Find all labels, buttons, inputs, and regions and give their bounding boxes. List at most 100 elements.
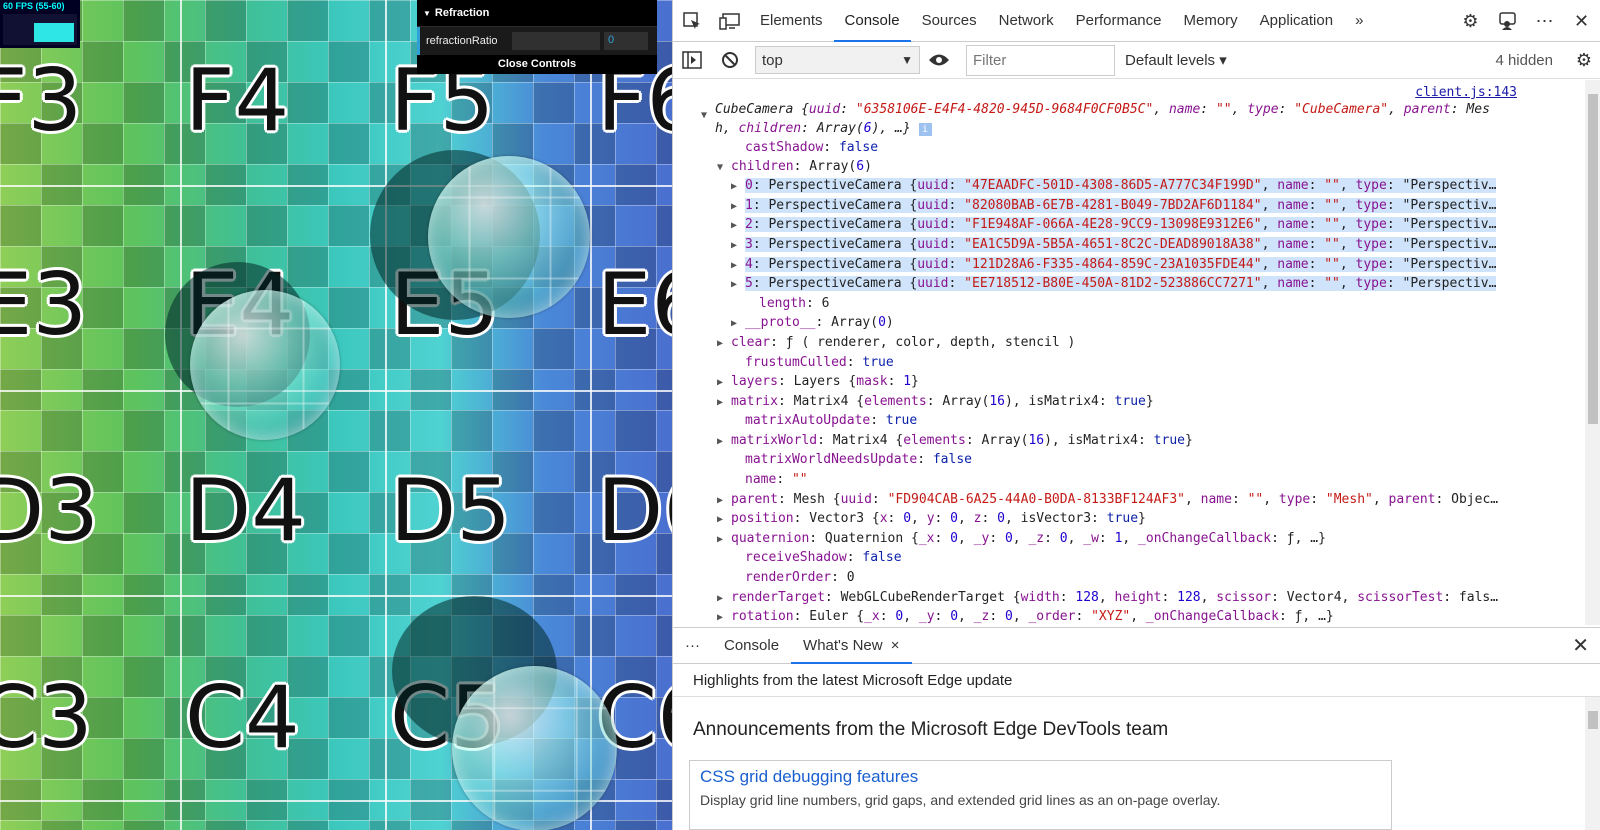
console-property-text: castShadow: false [745,140,879,155]
drawer-tab-label: What's New [803,636,883,654]
console-property-row[interactable]: ▶ 2: PerspectiveCamera {uuid: "F1E948AF-0… [731,215,1583,234]
drawer-more-menu[interactable]: ··· [673,628,712,664]
close-tab-icon[interactable]: × [891,637,900,654]
console-output[interactable]: client.js:143 ▼ CubeCamera {uuid: "635810… [673,80,1600,625]
console-property-row[interactable]: ▶ __proto__: Array(0) [731,313,1583,332]
devtools-panel: Elements Console Sources Network Perform… [672,0,1600,830]
tab-application[interactable]: Application [1249,0,1344,42]
console-property-row: name: "" [731,470,1583,489]
caret-right-icon[interactable]: ▶ [717,491,731,509]
console-property-row[interactable]: ▶ 4: PerspectiveCamera {uuid: "121D28A6-F… [731,255,1583,274]
caret-right-icon[interactable]: ▶ [717,432,731,450]
close-devtools-icon[interactable]: ✕ [1563,0,1600,42]
console-property-text: name: "" [745,472,808,487]
console-property-row: renderOrder: 0 [731,568,1583,587]
console-scroll-thumb[interactable] [1588,94,1598,424]
refraction-ratio-input[interactable]: 0 [604,32,648,50]
caret-right-icon[interactable]: ▶ [731,177,745,195]
gui-param-label: refractionRatio [426,35,498,47]
refraction-ratio-slider[interactable] [512,32,600,50]
caret-right-icon[interactable]: ▶ [717,510,731,528]
sidebar-toggle-icon[interactable] [673,39,711,81]
console-property-row[interactable]: ▶ 0: PerspectiveCamera {uuid: "47EAADFC-5… [731,176,1583,195]
gear-icon[interactable]: ⚙ [1452,0,1489,42]
console-scrollbar[interactable] [1585,80,1600,625]
log-levels-dropdown[interactable]: Default levels ▾ [1125,51,1227,69]
console-property-row[interactable]: ▶ rotation: Euler {_x: 0, _y: 0, _z: 0, _… [717,607,1569,625]
live-expression-eye-icon[interactable] [920,39,958,81]
console-property-row: receiveShadow: false [731,548,1583,567]
more-tabs-button[interactable]: » [1344,0,1374,42]
kebab-menu-icon[interactable]: ⋯ [1526,0,1563,42]
console-property-row[interactable]: ▶ 1: PerspectiveCamera {uuid: "82080BAB-6… [731,196,1583,215]
console-property-text: matrix: Matrix4 {elements: Array(16), is… [731,394,1154,409]
caret-right-icon[interactable]: ▶ [717,608,731,625]
devtools-tabbar: Elements Console Sources Network Perform… [673,0,1600,42]
caret-down-icon[interactable]: ▼ [717,158,731,176]
tab-memory[interactable]: Memory [1173,0,1249,42]
caret-right-icon[interactable]: ▶ [717,530,731,548]
drawer-tabbar: ··· Console What's New × ✕ [673,627,1600,664]
cell-label: E3 [0,255,88,355]
console-property-row[interactable]: ▶ quaternion: Quaternion {_x: 0, _y: 0, _… [717,529,1569,548]
device-emulation-icon[interactable] [711,0,749,42]
console-property-row[interactable]: ▶ matrix: Matrix4 {elements: Array(16), i… [717,392,1569,411]
console-property-text: renderTarget: WebGLCubeRenderTarget {wid… [731,590,1499,605]
console-property-row: matrixWorldNeedsUpdate: false [731,450,1583,469]
console-property-row[interactable]: ▶ 3: PerspectiveCamera {uuid: "EA1C5D9A-5… [731,235,1583,254]
console-property-row[interactable]: ▶ matrixWorld: Matrix4 {elements: Array(1… [717,431,1569,450]
tab-network[interactable]: Network [988,0,1065,42]
source-link[interactable]: client.js:143 [1415,85,1517,100]
console-property-row[interactable]: ▶ parent: Mesh {uuid: "FD904CAB-6A25-44A0… [717,490,1569,509]
drawer-tab-whats-new[interactable]: What's New × [791,628,912,664]
caret-right-icon[interactable]: ▶ [731,275,745,293]
console-filter-input[interactable]: Filter [966,44,1115,76]
dropdown-arrow-icon: ▼ [901,53,913,67]
console-property-row[interactable]: ▼ children: Array(6) [717,157,1569,176]
caret-right-icon[interactable]: ▶ [731,197,745,215]
caret-right-icon[interactable]: ▶ [717,393,731,411]
console-property-text: children: Array(6) [731,159,872,174]
console-settings-gear-icon[interactable]: ⚙ [1576,50,1592,71]
console-object-header[interactable]: ▼ CubeCamera {uuid: "6358106E-E4F4-4820-9… [701,100,1553,119]
context-select[interactable]: top ▼ [755,46,920,74]
fps-bar [34,23,74,42]
caret-down-icon: ▼ [423,9,431,18]
console-property-text: 5: PerspectiveCamera {uuid: "EE718512-B8… [745,276,1497,291]
console-property-row[interactable]: ▶ layers: Layers {mask: 1} [717,372,1569,391]
webgl-canvas[interactable]: F3 F4 F5 F6 E3 E4 E5 E6 D3 D4 D5 D6 C3 C… [0,0,672,830]
inspect-element-icon[interactable] [673,0,711,42]
console-object-header-text: CubeCamera {uuid: "6358106E-E4F4-4820-94… [715,102,1490,117]
console-property-text: clear: ƒ ( renderer, color, depth, stenc… [731,335,1076,350]
console-property-text: length: 6 [759,296,830,311]
gui-folder-refraction[interactable]: ▼ Refraction [417,0,657,27]
feature-card-title[interactable]: CSS grid debugging features [700,767,1381,787]
console-property-row[interactable]: ▶ position: Vector3 {x: 0, y: 0, z: 0, is… [717,509,1569,528]
caret-right-icon[interactable]: ▶ [731,236,745,254]
whats-new-scroll-thumb[interactable] [1588,711,1598,729]
feedback-icon[interactable] [1489,0,1526,42]
caret-right-icon[interactable]: ▶ [717,373,731,391]
gui-row-refraction-ratio: refractionRatio 0 [417,27,657,55]
caret-right-icon[interactable]: ▶ [731,314,745,332]
tab-performance[interactable]: Performance [1065,0,1173,42]
tab-console[interactable]: Console [833,0,911,42]
caret-right-icon[interactable]: ▶ [717,334,731,352]
console-property-row[interactable]: ▶ renderTarget: WebGLCubeRenderTarget {wi… [717,588,1569,607]
cell-label: F4 [185,51,290,151]
close-drawer-icon[interactable]: ✕ [1572,633,1589,658]
tab-elements[interactable]: Elements [749,0,834,42]
fps-stats-panel[interactable]: 60 FPS (55-60) [0,0,80,48]
caret-right-icon[interactable]: ▶ [717,589,731,607]
caret-right-icon[interactable]: ▶ [731,256,745,274]
cell-label: D4 [185,461,306,561]
caret-right-icon[interactable]: ▶ [731,216,745,234]
drawer-tab-console[interactable]: Console [712,628,791,664]
close-controls-button[interactable]: Close Controls [417,55,657,74]
whats-new-scrollbar[interactable] [1585,697,1600,830]
tab-sources[interactable]: Sources [911,0,988,42]
console-property-row[interactable]: ▶ 5: PerspectiveCamera {uuid: "EE718512-B… [731,274,1583,293]
feature-card[interactable]: CSS grid debugging features Display grid… [689,760,1392,830]
clear-console-icon[interactable] [711,39,749,81]
console-property-row[interactable]: ▶ clear: ƒ ( renderer, color, depth, sten… [717,333,1569,352]
